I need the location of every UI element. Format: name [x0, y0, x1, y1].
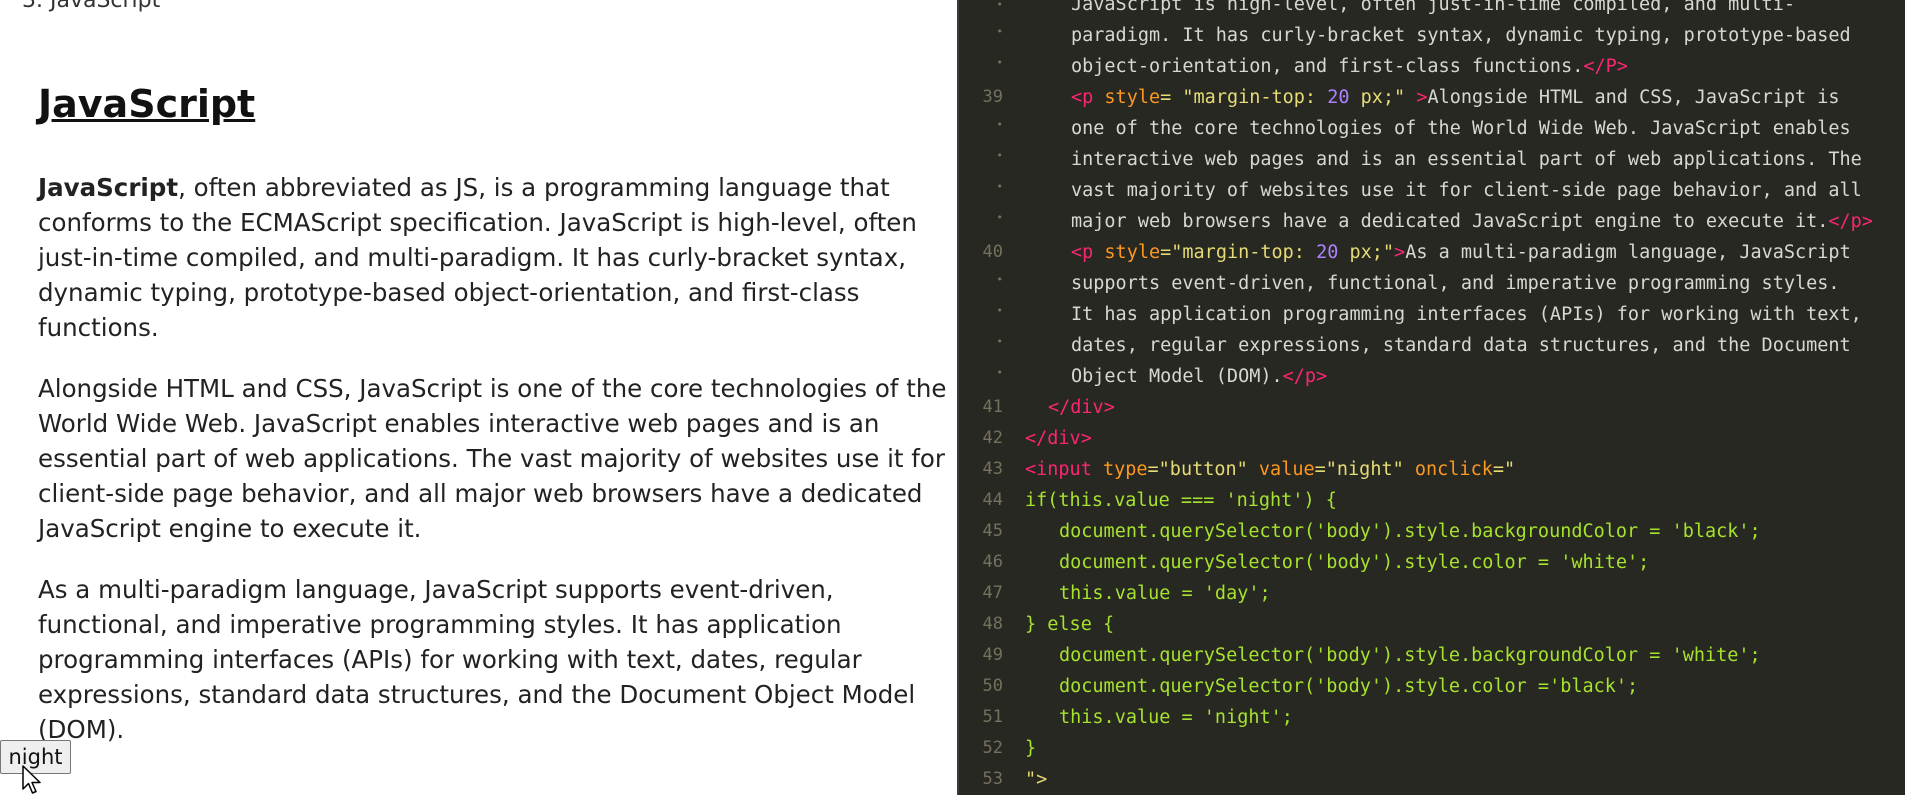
code-line: document.querySelector('body').style.bac…: [1059, 645, 1761, 666]
code-line: <input type="button" value="night" oncli…: [1025, 459, 1515, 480]
code-line: JavaScript is high-level, often just-in-…: [1071, 0, 1795, 15]
code-attribute: type: [1102, 459, 1148, 480]
code-line: }: [1025, 738, 1037, 759]
code-string: ="button": [1147, 459, 1259, 480]
code-line: <p style="margin-top: 20 px;">As a multi…: [1071, 242, 1851, 263]
line-number: 45: [982, 521, 1003, 541]
code-line: if(this.value === 'night') {: [1025, 490, 1337, 511]
line-number: 42: [982, 428, 1003, 448]
line-number: 39: [982, 87, 1003, 107]
code-line: </div>: [1048, 397, 1115, 418]
code-line: ">: [1025, 769, 1048, 790]
code-text: major web browsers have a dedicated Java…: [1071, 211, 1829, 232]
wrap-dot: •: [996, 118, 1003, 131]
line-number: 41: [982, 397, 1003, 417]
code-line: this.value = 'day';: [1059, 583, 1271, 604]
line-number: 47: [982, 583, 1003, 603]
wrap-dot: •: [996, 25, 1003, 38]
code-line: } else {: [1025, 614, 1115, 635]
paragraph-2: Alongside HTML and CSS, JavaScript is on…: [38, 374, 947, 543]
wrap-dot: •: [996, 56, 1003, 69]
line-number: 51: [982, 707, 1003, 727]
code-text: Object Model (DOM).: [1071, 366, 1283, 387]
code-string: = "margin-top:: [1160, 87, 1328, 108]
wrap-dot: •: [996, 180, 1003, 193]
code-attribute: value: [1258, 459, 1315, 480]
page-title: JavaScript: [38, 82, 256, 126]
code-line: one of the core technologies of the Worl…: [1071, 118, 1851, 139]
mouse-pointer-icon: [22, 765, 41, 794]
line-number: 49: [982, 645, 1003, 665]
code-line: paradigm. It has curly-bracket syntax, d…: [1071, 25, 1851, 46]
code-line: vast majority of websites use it for cli…: [1071, 180, 1862, 201]
code-line: major web browsers have a dedicated Java…: [1071, 211, 1873, 232]
code-tag: <input: [1025, 459, 1103, 480]
section-heading: 3. JavaScript: [22, 0, 161, 13]
code-tag: </p>: [1828, 211, 1873, 232]
code-line: document.querySelector('body').style.col…: [1059, 676, 1639, 697]
wrap-dot: •: [996, 335, 1003, 348]
line-number: 40: [982, 242, 1003, 262]
code-text: object-orientation, and first-class func…: [1071, 56, 1584, 77]
paragraph-1: JavaScript, often abbreviated as JS, is …: [38, 170, 948, 345]
code-tag: >: [1416, 87, 1428, 108]
code-line: object-orientation, and first-class func…: [1071, 56, 1628, 77]
code-line: Object Model (DOM).</p>: [1071, 366, 1327, 387]
code-string: =": [1492, 459, 1516, 480]
code-tag: </P>: [1583, 56, 1628, 77]
code-attribute: style: [1104, 87, 1161, 108]
line-number-gutter: • • • 39 • • • • 40 • • • • 41 42 43 44 …: [959, 0, 1009, 795]
code-string: ="margin-top:: [1160, 242, 1317, 263]
code-string: ="night": [1314, 459, 1415, 480]
rendered-preview-pane: 3. JavaScript JavaScript JavaScript, oft…: [0, 0, 957, 795]
code-tag: <p: [1071, 242, 1105, 263]
code-tag: <p: [1071, 87, 1105, 108]
code-editor-pane[interactable]: • • • 39 • • • • 40 • • • • 41 42 43 44 …: [957, 0, 1905, 795]
code-line: supports event-driven, functional, and i…: [1071, 273, 1840, 294]
code-line: this.value = 'night';: [1059, 707, 1293, 728]
line-number: 48: [982, 614, 1003, 634]
line-number: 52: [982, 738, 1003, 758]
line-number: 50: [982, 676, 1003, 696]
wrap-dot: •: [996, 149, 1003, 162]
code-tag: >: [1394, 242, 1406, 263]
code-line: dates, regular expressions, standard dat…: [1071, 335, 1851, 356]
wrap-dot: •: [996, 211, 1003, 224]
code-string: px;": [1349, 87, 1417, 108]
line-number: 46: [982, 552, 1003, 572]
line-number: 53: [982, 769, 1003, 789]
wrap-dot: •: [996, 0, 1003, 11]
line-number: 43: [982, 459, 1003, 479]
code-number: 20: [1327, 87, 1350, 108]
paragraph-1-bold: JavaScript: [38, 173, 179, 202]
paragraph-3: As a multi-paradigm language, JavaScript…: [38, 575, 916, 744]
wrap-dot: •: [996, 273, 1003, 286]
wrap-dot: •: [996, 304, 1003, 317]
code-line: document.querySelector('body').style.col…: [1059, 552, 1650, 573]
code-string: px;": [1338, 242, 1395, 263]
code-text: As a multi-paradigm language, JavaScript: [1405, 242, 1851, 263]
code-line: document.querySelector('body').style.bac…: [1059, 521, 1761, 542]
code-number: 20: [1316, 242, 1339, 263]
code-tag: </p>: [1282, 366, 1328, 387]
code-text: Alongside HTML and CSS, JavaScript is: [1427, 87, 1840, 108]
code-line: interactive web pages and is an essentia…: [1071, 149, 1862, 170]
code-line: </div>: [1025, 428, 1092, 449]
code-line: <p style= "margin-top: 20 px;" >Alongsid…: [1071, 87, 1840, 108]
line-number: 44: [982, 490, 1003, 510]
code-line: It has application programming interface…: [1071, 304, 1862, 325]
wrap-dot: •: [996, 366, 1003, 379]
code-attribute: onclick: [1414, 459, 1493, 480]
code-attribute: style: [1104, 242, 1161, 263]
